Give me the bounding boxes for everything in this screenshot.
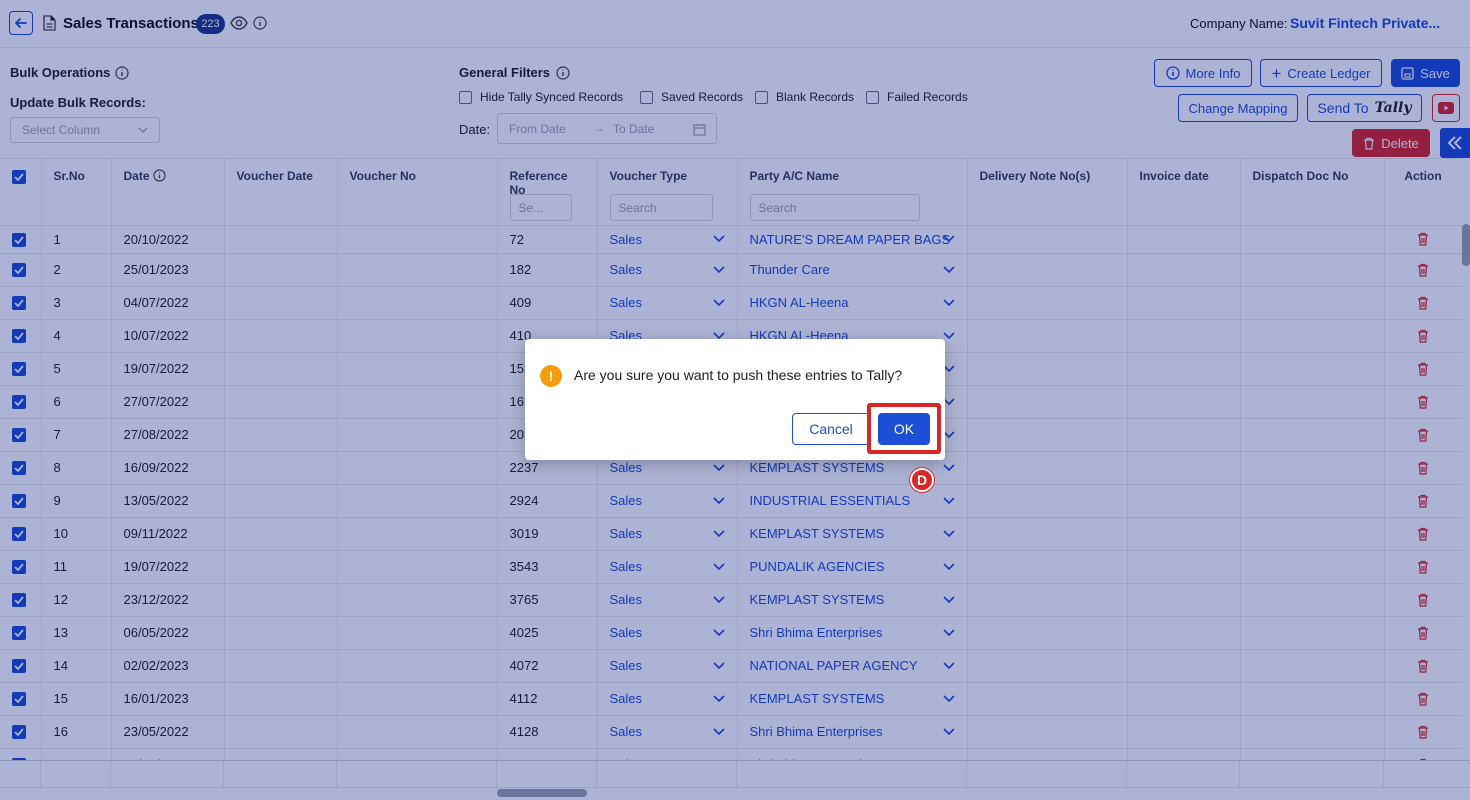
ok-highlight-box bbox=[867, 403, 941, 454]
confirm-message: Are you sure you want to push these entr… bbox=[574, 367, 903, 383]
warning-icon: ! bbox=[540, 365, 562, 387]
annotation-marker: D bbox=[910, 468, 934, 492]
cancel-button[interactable]: Cancel bbox=[792, 413, 870, 445]
